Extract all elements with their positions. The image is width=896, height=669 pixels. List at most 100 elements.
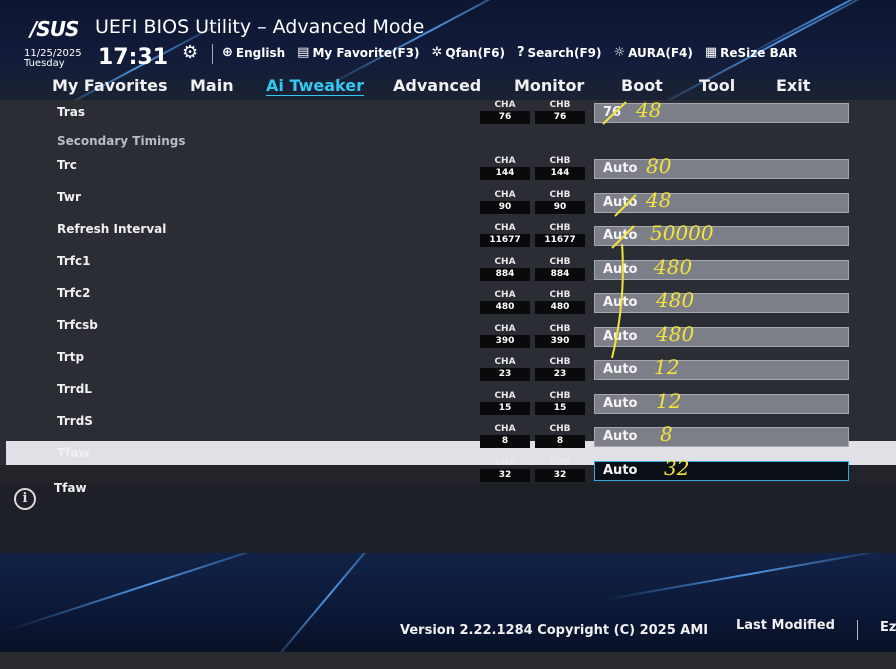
tab-advanced[interactable]: Advanced [393,76,481,95]
setting-value: 76 [603,105,622,120]
decor-streak [602,553,896,602]
setting-value-field[interactable]: 76 [594,103,849,123]
chb-readout: CHB 480 [535,290,585,314]
tab-ai-tweaker[interactable]: Ai Tweaker [266,76,364,95]
tab-my-favorites[interactable]: My Favorites [52,76,168,95]
chb-value: 23 [535,368,585,381]
cha-value: 11677 [480,234,530,247]
toolbar-item-3[interactable]: ? Search(F9) [517,45,602,60]
chb-readout: CHB 390 [535,324,585,348]
setting-value: Auto [603,396,638,411]
divider [212,44,213,64]
chb-readout: CHB 144 [535,156,585,180]
tab-monitor[interactable]: Monitor [514,76,584,95]
chb-readout: CHB 32 [535,458,585,482]
setting-label: Trtp [57,350,85,364]
chb-readout: CHB 90 [535,190,585,214]
chb-value: 32 [535,469,585,482]
chb-value: 390 [535,335,585,348]
setting-value: Auto [603,429,638,444]
setting-value-field[interactable]: Auto [594,159,849,179]
setting-value-field[interactable]: Auto [594,394,849,414]
handwritten-annotation: 80 [646,154,672,178]
setting-value-field[interactable]: Auto [594,360,849,380]
tab-exit[interactable]: Exit [776,76,810,95]
setting-label: TrrdS [57,414,93,428]
cha-label: CHA [494,257,516,267]
cha-value: 76 [480,111,530,124]
chb-label: CHB [549,391,571,401]
cha-label: CHA [494,100,516,110]
cha-readout: CHA 390 [480,324,530,348]
toolbar-item-4[interactable]: ☼ AURA(F4) [613,45,692,60]
version-text: Version 2.22.1284 Copyright (C) 2025 AMI [400,623,709,638]
setting-value-field[interactable]: Auto [594,293,849,313]
chb-label: CHB [549,100,571,110]
clock: 17:31 [98,45,169,70]
toolbar-item-5[interactable]: ▦ ReSize BAR [705,45,797,60]
chb-value: 144 [535,167,585,180]
cha-readout: CHA 144 [480,156,530,180]
toolbar-item-1[interactable]: ▤ My Favorite(F3) [297,45,419,60]
fan-icon: ✲ [431,45,443,60]
search-icon: ? [516,45,525,60]
chb-readout: CHB 15 [535,391,585,415]
cha-value: 23 [480,368,530,381]
setting-value: Auto [603,329,638,344]
setting-value-field[interactable]: Auto [594,461,849,481]
chb-label: CHB [549,424,571,434]
setting-value: Auto [603,262,638,277]
setting-label: Refresh Interval [57,222,167,236]
setting-value-field[interactable]: Auto [594,260,849,280]
toolbar-item-2[interactable]: ✲ Qfan(F6) [431,45,504,60]
tab-main[interactable]: Main [190,76,234,95]
gear-icon[interactable]: ⚙ [182,42,198,63]
handwritten-annotation: 8 [660,422,673,446]
aura-icon: ☼ [613,45,626,60]
handwritten-annotation: 32 [664,456,690,480]
tab-boot[interactable]: Boot [621,76,663,95]
cha-label: CHA [494,424,516,434]
cha-readout: CHA 90 [480,190,530,214]
setting-label: Tras [57,105,86,119]
handwritten-annotation: 480 [656,322,695,346]
chb-label: CHB [549,257,571,267]
tab-tool[interactable]: Tool [699,76,735,95]
chb-readout: CHB 76 [535,100,585,124]
cha-value: 390 [480,335,530,348]
chb-label: CHB [549,223,571,233]
toolbar-item-label: ReSize BAR [720,45,798,60]
setting-value-field[interactable]: Auto [594,193,849,213]
ez-mode-button[interactable]: Ez [880,620,896,635]
info-icon: i [14,488,36,510]
last-modified-button[interactable]: Last Modified [736,618,835,633]
chb-value: 884 [535,268,585,281]
chb-label: CHB [549,290,571,300]
main-menu: My Favorites Main Ai Tweaker Advanced Monito… [0,74,896,100]
cha-value: 32 [480,469,530,482]
settings-panel [0,100,896,483]
favorite-icon: ▤ [297,45,310,60]
cha-readout: CHA 32 [480,458,530,482]
setting-value-field[interactable]: Auto [594,427,849,447]
section-label: Secondary Timings [57,134,186,148]
help-panel [0,483,896,553]
cha-value: 480 [480,301,530,314]
divider [857,620,858,640]
cha-value: 884 [480,268,530,281]
setting-value-field[interactable]: Auto [594,226,849,246]
setting-label: Trfcsb [57,318,98,332]
chb-value: 15 [535,402,585,415]
toolbar-item-0[interactable]: ⊕ English [222,45,285,60]
globe-icon: ⊕ [222,45,233,60]
setting-label: Twr [57,190,81,204]
handwritten-annotation: 12 [656,389,682,413]
chb-label: CHB [549,458,571,468]
handwritten-annotation: 48 [636,98,662,122]
cha-readout: CHA 8 [480,424,530,448]
setting-value: Auto [603,195,638,210]
cha-readout: CHA 23 [480,357,530,381]
setting-value-field[interactable]: Auto [594,327,849,347]
date-display: 11/25/2025 Tuesday [24,49,82,69]
cha-value: 90 [480,201,530,214]
